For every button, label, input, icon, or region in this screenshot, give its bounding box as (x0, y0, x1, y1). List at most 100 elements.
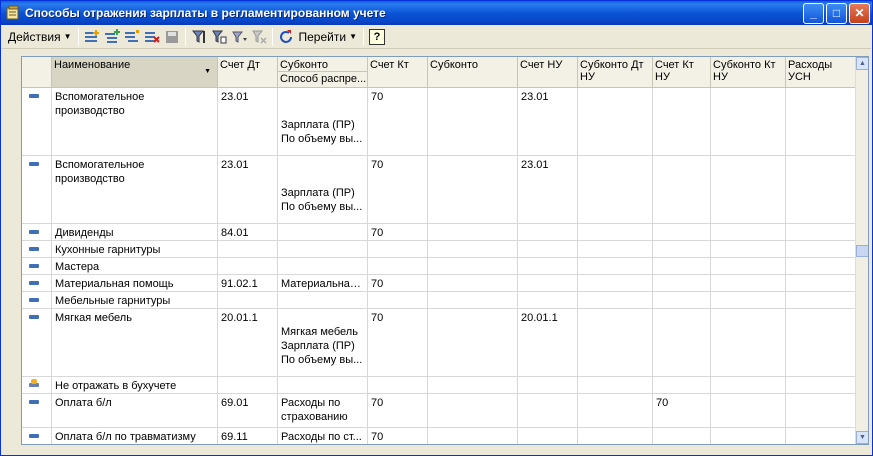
cell-account-nu[interactable] (518, 258, 578, 274)
cell-subconto[interactable]: Зарплата (ПР) По объему вы... (278, 88, 368, 155)
cell-credit-nu[interactable] (653, 156, 711, 223)
header-debit[interactable]: Счет Дт (218, 57, 278, 88)
cell-usn[interactable] (786, 377, 856, 393)
cell-usn[interactable] (786, 88, 856, 155)
cell-subconto-kt-nu[interactable] (711, 258, 786, 274)
cell-debit[interactable]: 84.01 (218, 224, 278, 240)
cell-subconto-dt-nu[interactable] (578, 292, 653, 308)
cell-account-nu[interactable] (518, 292, 578, 308)
minimize-button[interactable]: _ (803, 2, 824, 24)
cell-credit-nu[interactable] (653, 428, 711, 444)
cell-debit[interactable] (218, 377, 278, 393)
cell-credit[interactable] (368, 258, 428, 274)
cell-subconto[interactable] (278, 241, 368, 257)
cell-subconto[interactable]: Материальная ... (278, 275, 368, 291)
cell-debit[interactable]: 91.02.1 (218, 275, 278, 291)
cell-account-nu[interactable] (518, 241, 578, 257)
cell-name[interactable]: Дивиденды (52, 224, 218, 240)
cell-credit[interactable]: 70 (368, 394, 428, 427)
cell-credit[interactable] (368, 292, 428, 308)
delete-button[interactable] (142, 27, 162, 47)
table-row[interactable]: Вспомогательное производство 23.01 Зарпла… (22, 88, 856, 156)
table-row[interactable]: Дивиденды 84.01 70 (22, 224, 856, 241)
scroll-thumb[interactable] (856, 245, 868, 257)
cell-credit-nu[interactable] (653, 292, 711, 308)
cell-credit-nu[interactable] (653, 309, 711, 376)
filter-history-button[interactable] (229, 27, 249, 47)
cell-account-nu[interactable] (518, 428, 578, 444)
cell-subconto-kt-nu[interactable] (711, 224, 786, 240)
cell-subconto-dt-nu[interactable] (578, 258, 653, 274)
cell-subconto[interactable] (278, 258, 368, 274)
help-button[interactable]: ? (367, 27, 387, 47)
cell-credit[interactable] (368, 377, 428, 393)
cell-name[interactable]: Материальная помощь (52, 275, 218, 291)
vertical-scrollbar[interactable]: ▲ ▼ (855, 57, 868, 444)
cell-name[interactable]: Не отражать в бухучете (52, 377, 218, 393)
cell-debit[interactable]: 23.01 (218, 156, 278, 223)
title-bar[interactable]: Способы отражения зарплаты в регламентир… (1, 1, 872, 25)
cell-usn[interactable] (786, 224, 856, 240)
cell-subconto-dt-nu[interactable] (578, 394, 653, 427)
header-subconto[interactable]: Субконто Способ распре... (278, 57, 368, 88)
cell-usn[interactable] (786, 258, 856, 274)
cell-subconto[interactable]: Расходы по страхованию (278, 394, 368, 427)
cell-subconto[interactable] (278, 292, 368, 308)
refresh-button[interactable] (276, 27, 296, 47)
cell-subconto-kt-nu[interactable] (711, 88, 786, 155)
table-row[interactable]: Мягкая мебель 20.01.1 Мягкая мебель Зарпла… (22, 309, 856, 377)
cell-name[interactable]: Мягкая мебель (52, 309, 218, 376)
cell-debit[interactable] (218, 258, 278, 274)
actions-menu-button[interactable]: Действия ▼ (5, 27, 75, 47)
cell-subconto2[interactable] (428, 428, 518, 444)
cell-account-nu[interactable] (518, 224, 578, 240)
close-button[interactable]: ✕ (849, 2, 870, 24)
cell-subconto-kt-nu[interactable] (711, 428, 786, 444)
table-row[interactable]: Мастера (22, 258, 856, 275)
cell-subconto-dt-nu[interactable] (578, 428, 653, 444)
cell-credit-nu[interactable] (653, 88, 711, 155)
cell-credit-nu[interactable] (653, 275, 711, 291)
table-row[interactable]: Вспомогательное производство 23.01 Зарпла… (22, 156, 856, 224)
cell-subconto2[interactable] (428, 241, 518, 257)
cell-usn[interactable] (786, 156, 856, 223)
filter-value-button[interactable] (209, 27, 229, 47)
cell-account-nu[interactable]: 23.01 (518, 156, 578, 223)
cell-debit[interactable]: 20.01.1 (218, 309, 278, 376)
cell-usn[interactable] (786, 428, 856, 444)
cell-subconto-dt-nu[interactable] (578, 224, 653, 240)
header-usn[interactable]: Расходы УСН (786, 57, 856, 88)
header-name[interactable]: Наименование ▼ (52, 57, 218, 88)
cell-debit[interactable]: 23.01 (218, 88, 278, 155)
cell-subconto-kt-nu[interactable] (711, 309, 786, 376)
cell-credit-nu[interactable] (653, 241, 711, 257)
cell-usn[interactable] (786, 275, 856, 291)
header-credit[interactable]: Счет Кт (368, 57, 428, 88)
cell-debit[interactable]: 69.01 (218, 394, 278, 427)
cell-account-nu[interactable]: 20.01.1 (518, 309, 578, 376)
cell-subconto-dt-nu[interactable] (578, 88, 653, 155)
table-row[interactable]: Кухонные гарнитуры (22, 241, 856, 258)
cell-subconto-kt-nu[interactable] (711, 377, 786, 393)
cell-subconto-dt-nu[interactable] (578, 241, 653, 257)
cell-subconto-dt-nu[interactable] (578, 309, 653, 376)
cell-subconto2[interactable] (428, 292, 518, 308)
cell-debit[interactable]: 69.11 (218, 428, 278, 444)
cell-subconto2[interactable] (428, 309, 518, 376)
cell-subconto-kt-nu[interactable] (711, 241, 786, 257)
header-subconto-kt-nu[interactable]: Субконто Кт НУ (711, 57, 786, 88)
cell-credit[interactable] (368, 241, 428, 257)
cell-subconto-dt-nu[interactable] (578, 156, 653, 223)
header-credit-nu[interactable]: Счет Кт НУ (653, 57, 711, 88)
goto-menu-button[interactable]: Перейти ▼ (296, 27, 360, 47)
cell-credit[interactable]: 70 (368, 224, 428, 240)
copy-button[interactable] (122, 27, 142, 47)
cell-subconto[interactable]: Зарплата (ПР) По объему вы... (278, 156, 368, 223)
cell-subconto[interactable]: Мягкая мебель Зарплата (ПР) По объему вы..… (278, 309, 368, 376)
cell-subconto-kt-nu[interactable] (711, 156, 786, 223)
cell-credit-nu[interactable] (653, 377, 711, 393)
cell-credit[interactable]: 70 (368, 275, 428, 291)
cell-credit-nu[interactable] (653, 224, 711, 240)
cell-subconto2[interactable] (428, 275, 518, 291)
cell-name[interactable]: Вспомогательное производство (52, 156, 218, 223)
